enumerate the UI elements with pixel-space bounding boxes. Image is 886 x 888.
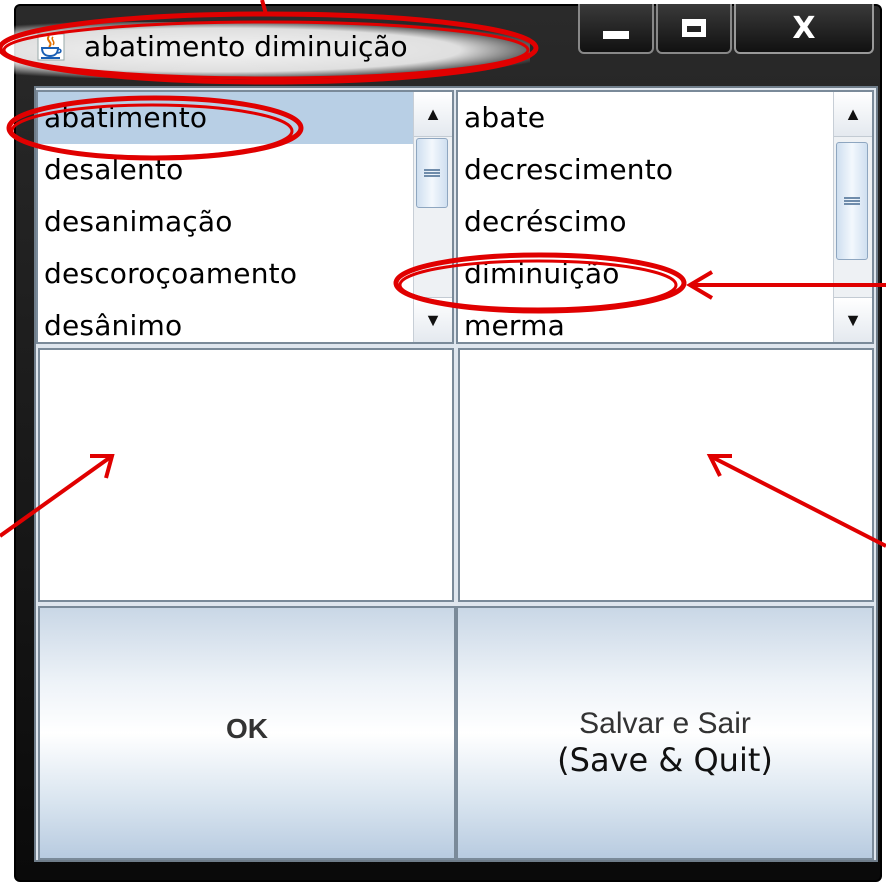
grip-icon <box>844 197 860 205</box>
save-and-quit-button[interactable]: Salvar e Sair (Save & Quit) <box>456 606 874 860</box>
left-text-area[interactable] <box>38 348 454 602</box>
right-list-items: abate decrescimento decréscimo diminuiçã… <box>458 92 834 342</box>
left-word-list[interactable]: abatimento desalento desanimação descoro… <box>36 90 454 344</box>
ok-button[interactable]: OK <box>38 606 456 860</box>
list-item[interactable]: decréscimo <box>458 196 834 248</box>
java-cup-icon <box>36 32 66 62</box>
scroll-down-arrow-icon[interactable]: ▼ <box>414 297 452 342</box>
close-button[interactable]: X <box>734 4 874 54</box>
right-list-scrollbar[interactable]: ▲ ▼ <box>833 92 872 342</box>
scroll-up-arrow-icon[interactable]: ▲ <box>834 92 872 137</box>
scroll-down-arrow-icon[interactable]: ▼ <box>834 297 872 342</box>
window-title: abatimento diminuição <box>84 30 408 63</box>
right-text-area[interactable] <box>458 348 874 602</box>
scroll-thumb[interactable] <box>416 138 448 208</box>
list-item[interactable]: abatimento <box>38 92 414 144</box>
left-list-items: abatimento desalento desanimação descoro… <box>38 92 414 342</box>
list-item[interactable]: decrescimento <box>458 144 834 196</box>
grip-icon <box>424 169 440 177</box>
scroll-thumb[interactable] <box>836 142 868 260</box>
scroll-up-arrow-icon[interactable]: ▲ <box>414 92 452 137</box>
save-button-label: Salvar e Sair <box>579 707 751 740</box>
left-list-scrollbar[interactable]: ▲ ▼ <box>413 92 452 342</box>
list-item[interactable]: desânimo <box>38 300 414 342</box>
list-item[interactable]: desalento <box>38 144 414 196</box>
save-translation-note: (Save & Quit) <box>557 741 773 779</box>
list-item[interactable]: abate <box>458 92 834 144</box>
maximize-button[interactable] <box>656 4 732 54</box>
list-item[interactable]: merma <box>458 300 834 342</box>
minimize-icon <box>603 31 629 39</box>
minimize-button[interactable] <box>578 4 654 54</box>
list-item[interactable]: diminuição <box>458 248 834 300</box>
list-item[interactable]: desanimação <box>38 196 414 248</box>
maximize-icon <box>682 19 706 37</box>
app-window: abatimento diminuição X abatimento desal… <box>0 0 886 888</box>
ok-button-label: OK <box>226 713 268 744</box>
right-word-list[interactable]: abate decrescimento decréscimo diminuiçã… <box>456 90 874 344</box>
close-icon: X <box>792 10 816 46</box>
list-item[interactable]: descoroçoamento <box>38 248 414 300</box>
